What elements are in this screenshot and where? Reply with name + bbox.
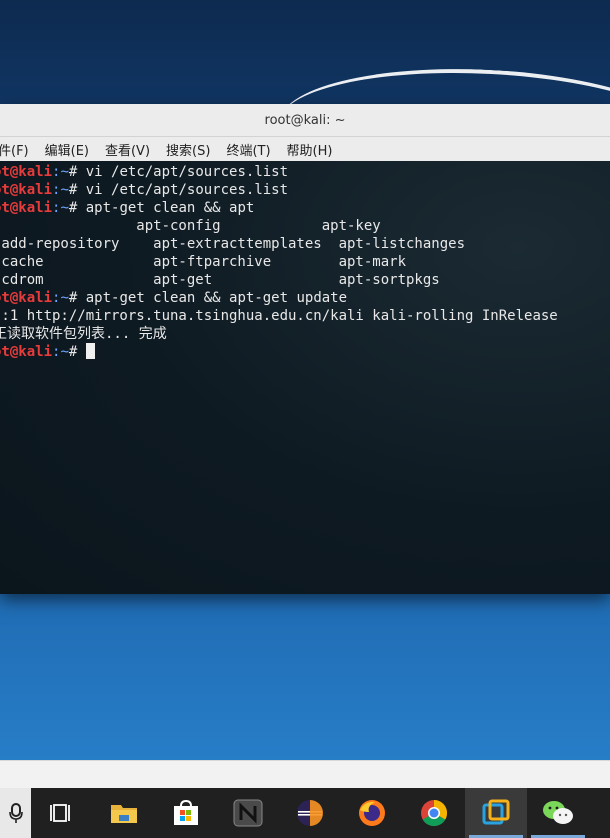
- wechat-icon[interactable]: [527, 788, 589, 838]
- completion-row: -cdrom apt-get apt-sortpkgs: [0, 272, 440, 288]
- eclipse-icon[interactable]: [279, 788, 341, 838]
- menu-edit[interactable]: 编辑(E): [37, 140, 97, 159]
- file-explorer-icon[interactable]: [93, 788, 155, 838]
- store-icon[interactable]: [155, 788, 217, 838]
- output-line: ':1 http://mirrors.tuna.tsinghua.edu.cn/…: [0, 308, 558, 324]
- chrome-icon[interactable]: [403, 788, 465, 838]
- firefox-icon[interactable]: [341, 788, 403, 838]
- terminal-window[interactable]: root@kali: ~ 件(F) 编辑(E) 查看(V) 搜索(S) 终端(T…: [0, 104, 610, 594]
- terminal-output[interactable]: ot@kali:~# vi /etc/apt/sources.list ot@k…: [0, 161, 610, 594]
- n-app-icon[interactable]: [217, 788, 279, 838]
- title-bar[interactable]: root@kali: ~: [0, 104, 610, 137]
- text-cursor: [85, 343, 95, 359]
- menu-bar: 件(F) 编辑(E) 查看(V) 搜索(S) 终端(T) 帮助(H): [0, 137, 610, 162]
- terminal-line: ot@kali:~# apt-get clean && apt-get upda…: [0, 290, 348, 306]
- desktop-strip: [0, 760, 610, 789]
- terminal-line: ot@kali:~# vi /etc/apt/sources.list: [0, 182, 289, 198]
- desktop: root@kali: ~ 件(F) 编辑(E) 查看(V) 搜索(S) 终端(T…: [0, 0, 610, 838]
- window-title: root@kali: ~: [264, 112, 346, 128]
- microphone-icon[interactable]: [0, 788, 31, 838]
- terminal-line: ot@kali:~# vi /etc/apt/sources.list: [0, 164, 289, 180]
- terminal-line: ot@kali:~#: [0, 343, 610, 361]
- vmware-icon[interactable]: [465, 788, 527, 838]
- taskbar: [0, 788, 610, 838]
- menu-terminal[interactable]: 终端(T): [218, 140, 278, 159]
- terminal-line: ot@kali:~# apt-get clean && apt: [0, 200, 255, 216]
- menu-file[interactable]: 件(F): [0, 140, 37, 159]
- menu-view[interactable]: 查看(V): [97, 140, 158, 159]
- task-view-icon[interactable]: [31, 788, 93, 838]
- completion-row: -add-repository apt-extracttemplates apt…: [0, 236, 466, 252]
- menu-search[interactable]: 搜索(S): [158, 140, 218, 159]
- completion-row: apt-config apt-key: [0, 218, 381, 234]
- output-line: 正读取软件包列表... 完成: [0, 326, 167, 342]
- completion-row: -cache apt-ftparchive apt-mark: [0, 254, 407, 270]
- menu-help[interactable]: 帮助(H): [279, 140, 341, 159]
